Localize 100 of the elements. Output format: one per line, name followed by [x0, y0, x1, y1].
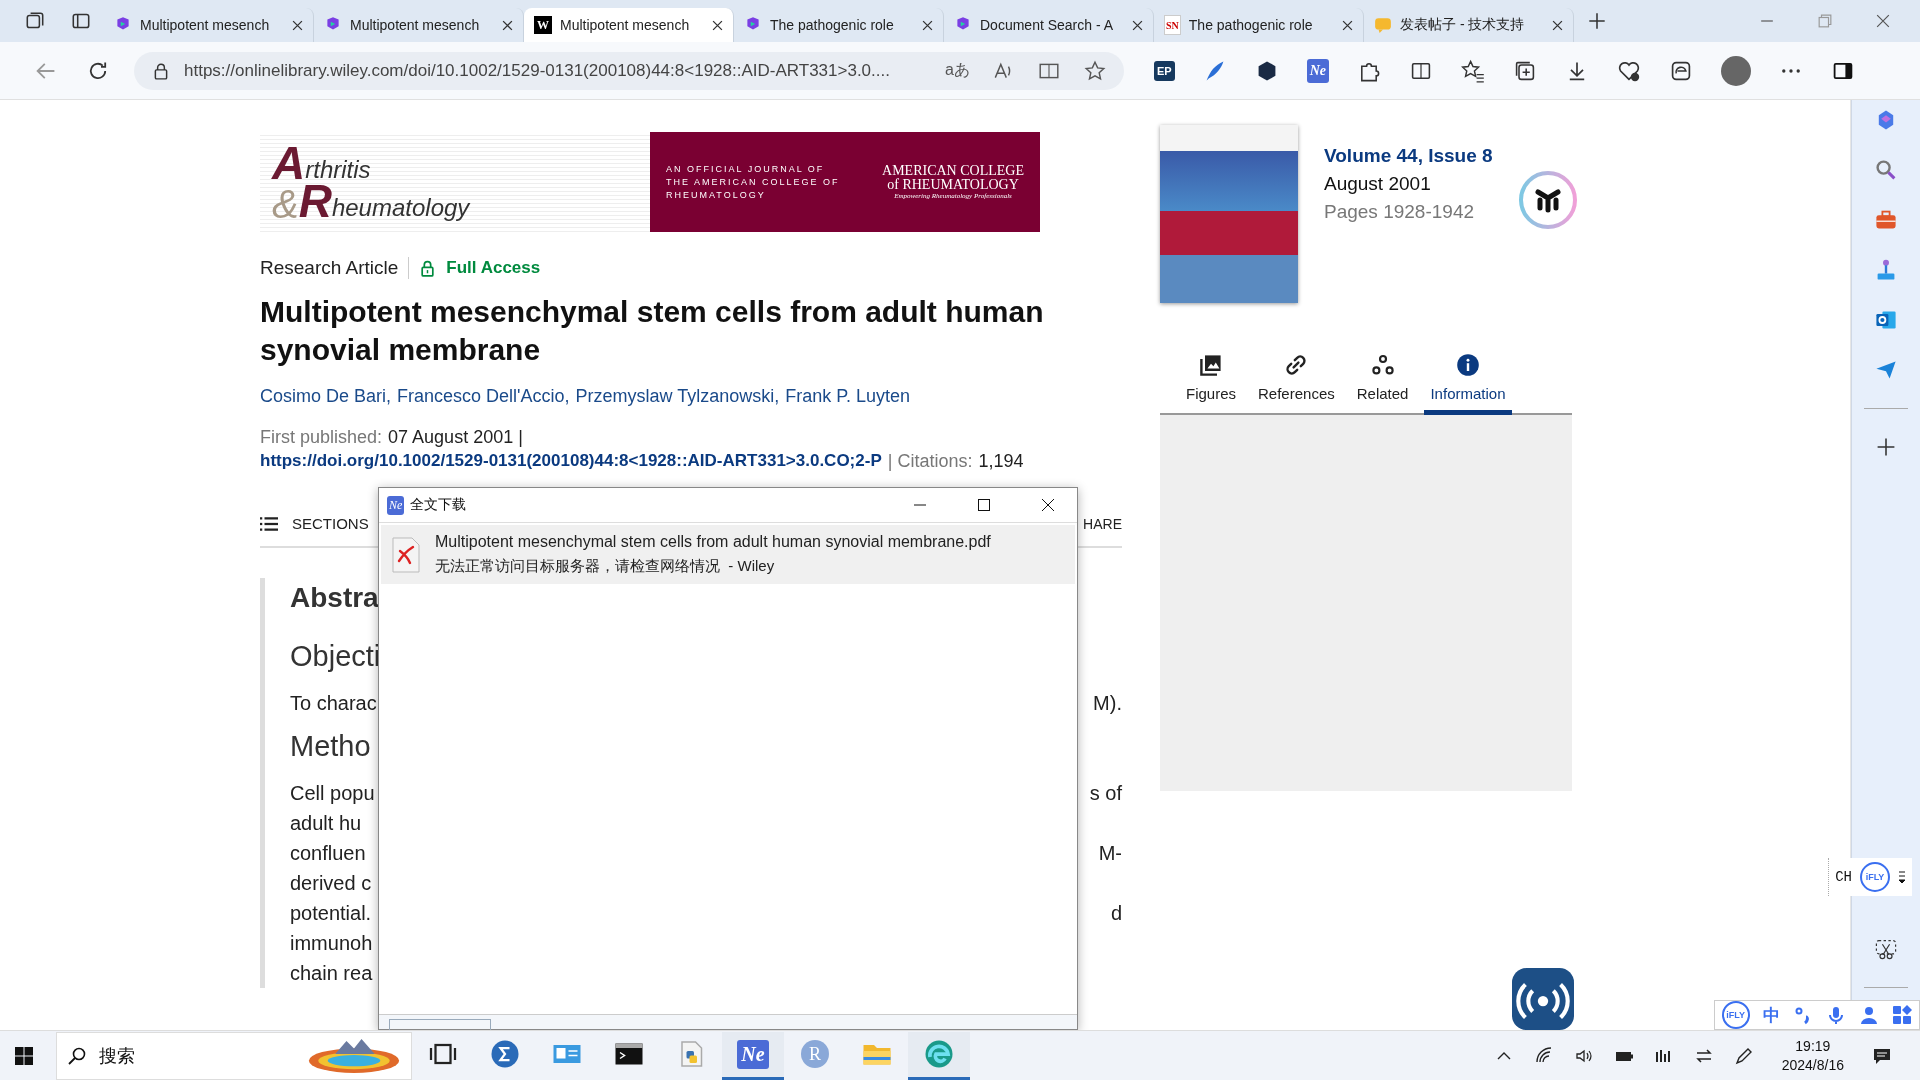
close-icon[interactable] [712, 19, 723, 31]
abstract-text: M). [1093, 691, 1122, 716]
tab-title: Multipotent mesench [140, 17, 271, 33]
broadcast-icon[interactable] [1512, 968, 1574, 1030]
logo-ampersand: & [272, 184, 299, 224]
screenshot-icon[interactable] [1874, 937, 1898, 961]
abstract-text: adult hu [290, 811, 362, 836]
share-button[interactable]: HARE [1083, 515, 1122, 532]
author-link[interactable]: Frank P. Luyten [785, 386, 911, 407]
issue-link[interactable]: Volume 44, Issue 8 [1324, 145, 1493, 167]
author-link[interactable]: Francesco Dell'Accio, [397, 386, 570, 407]
section-heading: Metho [290, 729, 371, 764]
abstract-text: d [1110, 901, 1122, 926]
extension-icon[interactable]: Ne [1306, 58, 1329, 83]
author-link[interactable]: Cosimo De Bari, [260, 386, 392, 407]
abstract-text: To charac [290, 691, 377, 716]
input-language: CH [1835, 869, 1852, 885]
abstract-text: potential. [290, 901, 372, 926]
access-label: Full Access [446, 258, 541, 278]
close-icon[interactable] [1132, 19, 1143, 31]
address-bar[interactable]: https://onlinelibrary.wiley.com/doi/10.1002/1529-0131(200108)44:8<1928::AID-ART331>3.0.... aあ [134, 51, 1124, 90]
speech-bubble-icon [1374, 16, 1392, 34]
abstract-text: immunoh [290, 931, 373, 956]
ime-logo-icon: iFLY [1860, 862, 1890, 892]
dropdown-icon[interactable] [1898, 870, 1906, 884]
url-text: https://onlinelibrary.wiley.com/doi/10.1002/1529-0131(200108)44:8<1928::AID-ART331>3.0.... [184, 60, 891, 81]
tab-title: Document Search - A [980, 17, 1115, 33]
search-icon[interactable] [1874, 158, 1898, 182]
site-logo-icon: W [534, 16, 552, 34]
author-link[interactable]: Przemyslaw Tylzanowski, [575, 386, 780, 407]
taskbar-app[interactable]: Ne [722, 1031, 784, 1080]
browser-logo-icon [924, 1039, 954, 1069]
favorites-icon[interactable] [1461, 58, 1485, 83]
abstract-text: chain rea [290, 961, 373, 986]
issue-pages: Pages 1928-1942 [1324, 201, 1475, 223]
star-icon[interactable] [1084, 59, 1106, 82]
taskbar-search-field[interactable]: 搜索 [56, 1031, 412, 1080]
clock[interactable]: 19:19 2024/8/16 [1781, 1036, 1844, 1075]
close-icon[interactable] [502, 19, 513, 31]
panel-tab[interactable]: Figures [1180, 353, 1243, 415]
tab-title: 发表帖子 - 技术支持 [1400, 16, 1526, 34]
close-icon[interactable] [1552, 19, 1563, 31]
society-name: AMERICAN COLLEGE [882, 164, 1024, 178]
panel-tab[interactable]: References [1252, 353, 1341, 415]
close-icon[interactable] [292, 19, 303, 31]
tab-title: Multipotent mesench [560, 17, 691, 33]
abstract-text: confluen [290, 841, 366, 866]
abstract-text: M- [1098, 841, 1122, 866]
profile-avatar[interactable] [1721, 55, 1751, 86]
close-icon[interactable] [922, 19, 933, 31]
list-icon [260, 515, 278, 532]
new-tab-icon[interactable] [1586, 10, 1608, 32]
banner-tagline: AN OFFICIAL JOURNAL OF [666, 162, 826, 176]
pen-icon[interactable] [1733, 1045, 1754, 1066]
site-logo-icon: SN [1164, 15, 1181, 35]
close-icon[interactable] [1342, 19, 1353, 31]
assistant-logo-icon[interactable] [1518, 170, 1578, 230]
close-icon[interactable] [1041, 498, 1055, 512]
issue-date: August 2001 [1324, 173, 1432, 195]
lock-icon [419, 259, 437, 277]
search-icon [67, 1045, 87, 1066]
maximize-icon[interactable] [977, 498, 991, 512]
user-icon[interactable] [1859, 1005, 1880, 1025]
tab-title: Multipotent mesench [350, 17, 481, 33]
link-icon [1284, 353, 1309, 377]
sections-button[interactable]: SECTIONS [260, 515, 369, 532]
society-name: of RHEUMATOLOGY [887, 178, 1019, 192]
banner-tagline: RHEUMATOLOGY [666, 188, 767, 202]
doi-link[interactable]: https://doi.org/10.1002/1529-0131(200108)44:8<1928::AID-ART331>3.0.CO;2-P [260, 449, 882, 473]
windows-start-icon[interactable] [14, 1045, 34, 1066]
journal-logo[interactable]: Arthritis &Rheumatology [260, 132, 650, 232]
section-heading: Objecti [290, 639, 381, 674]
citations-label: | Citations: [887, 450, 973, 473]
journal-cover-image[interactable] [1160, 125, 1298, 303]
abstract-text: Cell popu [290, 781, 375, 806]
extension-icon[interactable]: EP [1154, 60, 1175, 81]
browser-tab[interactable]: W Multipotent mesench [524, 8, 734, 42]
info-icon [1455, 353, 1480, 377]
download-item[interactable]: Multipotent mesenchymal stem cells from adult human synovial membrane.pdf 无法正常访问目标服务器，请检查网络情况 - Wiley [381, 525, 1075, 584]
translate-button[interactable]: aあ [945, 60, 970, 81]
tab-title: The pathogenic role [1188, 17, 1314, 33]
abstract-text: s of [1089, 781, 1122, 806]
tab-title: The pathogenic role [770, 17, 895, 33]
published-date: 07 August 2001 | [388, 426, 523, 449]
ime-indicator[interactable]: CH iFLY [1828, 858, 1912, 896]
ime-mode-button[interactable]: 中 [1762, 1003, 1780, 1027]
published-label: First published: [260, 426, 383, 449]
abstract-text: derived c [290, 871, 372, 896]
banner-tagline: THE AMERICAN COLLEGE OF [666, 175, 840, 189]
download-status: 无法正常访问目标服务器，请检查网络情况 - Wiley [435, 557, 776, 576]
panel-tab[interactable]: Related [1350, 353, 1415, 415]
apps-grid-icon[interactable] [1892, 1005, 1913, 1025]
article-type: Research Article [260, 257, 399, 279]
lock-icon [152, 61, 170, 80]
sigma-icon [490, 1039, 520, 1069]
three-circles-icon [1370, 353, 1395, 377]
file-name: Multipotent mesenchymal stem cells from adult human synovial membrane.pdf [435, 533, 991, 551]
citations-count: 1,194 [978, 450, 1024, 473]
logo-text: heumatology [331, 196, 470, 223]
article-title: Multipotent mesenchymal stem cells from adult human synovial membrane [260, 294, 1045, 368]
